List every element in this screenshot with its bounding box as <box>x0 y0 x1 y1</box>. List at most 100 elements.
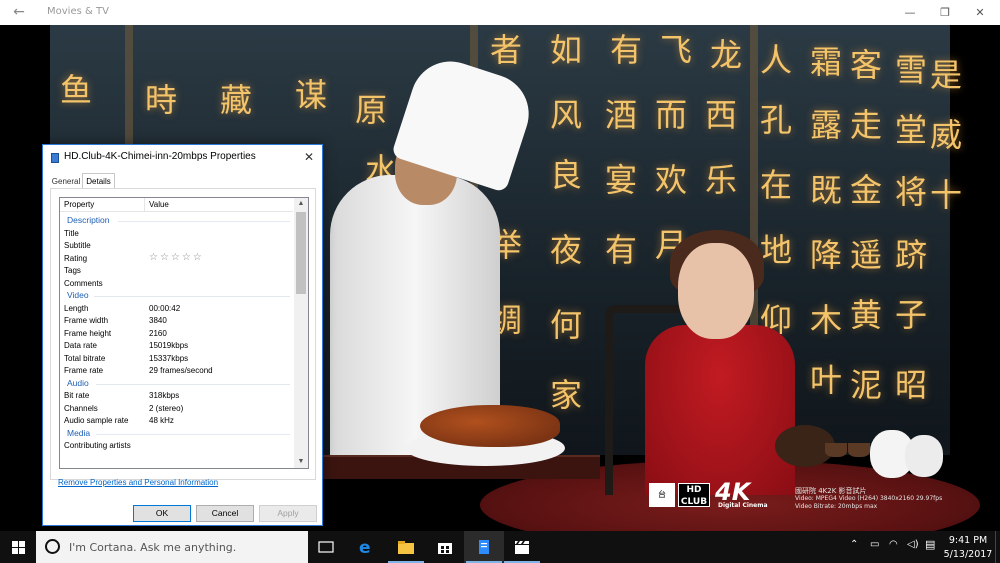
video-file-icon <box>51 153 59 163</box>
movies-tv-button[interactable] <box>502 531 542 563</box>
section-divider <box>96 433 290 435</box>
property-name: Channels <box>64 403 98 413</box>
store-button[interactable] <box>425 531 465 563</box>
property-name: Tags <box>64 266 81 275</box>
property-row[interactable]: Audio sample rate 48 kHz <box>60 414 293 427</box>
tab-general[interactable]: General <box>50 175 82 189</box>
close-icon: ✕ <box>975 6 985 19</box>
property-row[interactable]: Total bitrate 15337kbps <box>60 352 293 365</box>
property-name: Frame rate <box>64 366 104 375</box>
section-divider <box>96 383 290 385</box>
list-header: Property Value <box>60 198 293 212</box>
property-row[interactable]: Frame rate 29 frames/second <box>60 364 293 377</box>
property-value: 3840 <box>149 316 167 325</box>
tab-details[interactable]: Details <box>82 173 115 189</box>
property-row[interactable]: Rating ☆☆☆☆☆ <box>60 252 293 265</box>
properties-dialog: HD.Club-4K-Chimei-inn-20mbps Properties … <box>42 144 323 526</box>
property-row[interactable]: Frame width 3840 <box>60 314 293 327</box>
rating-stars[interactable]: ☆☆☆☆☆ <box>149 252 204 263</box>
battery-icon[interactable]: ▭ <box>870 539 879 550</box>
minimize-button[interactable]: — <box>893 0 927 25</box>
app-title: Movies & TV <box>47 6 109 17</box>
property-row[interactable]: Data rate 15019kbps <box>60 339 293 352</box>
scroll-thumb[interactable] <box>296 212 306 294</box>
property-name: Total bitrate <box>64 353 106 363</box>
clock-time[interactable]: 9:41 PM <box>943 535 993 546</box>
scroll-down-arrow-icon[interactable]: ▼ <box>294 456 308 468</box>
details-list[interactable]: Property Value Description Title Subtitl… <box>59 197 309 469</box>
apply-button[interactable]: Apply <box>259 505 317 522</box>
property-name: Bit rate <box>64 391 90 400</box>
caption-line: Video Bitrate: 20mbps max <box>795 503 878 510</box>
back-button[interactable]: ← <box>8 3 30 22</box>
property-row[interactable]: Bit rate 318kbps <box>60 389 293 402</box>
property-row[interactable]: Contributing artists <box>60 439 293 452</box>
property-name: Title <box>64 228 79 238</box>
caption-line: Video: MPEG4 Video (H264) 3840x2160 29.9… <box>795 495 943 502</box>
section-header: Media <box>60 427 293 440</box>
edge-button[interactable]: e <box>346 531 386 563</box>
task-view-button[interactable] <box>306 531 346 563</box>
dialog-title: HD.Club-4K-Chimei-inn-20mbps Properties <box>64 151 256 162</box>
maximize-icon: ❐ <box>940 6 950 19</box>
property-row[interactable]: Length 00:00:42 <box>60 302 293 315</box>
property-name: Contributing artists <box>64 441 131 450</box>
close-window-button[interactable]: ✕ <box>963 0 997 25</box>
close-icon: ✕ <box>303 150 315 164</box>
wifi-icon[interactable]: ◠ <box>889 539 898 550</box>
property-value: 00:00:42 <box>149 303 181 313</box>
woman-face <box>678 243 754 339</box>
search-placeholder: I'm Cortana. Ask me anything. <box>69 541 237 554</box>
property-name: Length <box>64 303 89 313</box>
section-divider <box>94 296 290 297</box>
property-row[interactable]: Tags <box>60 264 293 277</box>
cortana-search-box[interactable]: I'm Cortana. Ask me anything. <box>36 531 308 563</box>
column-divider[interactable] <box>144 198 145 212</box>
clock-date[interactable]: 5/13/2017 <box>943 549 993 560</box>
property-name: Audio sample rate <box>64 416 129 425</box>
start-button[interactable] <box>0 531 36 563</box>
section-title: Description <box>67 215 110 225</box>
remove-properties-link[interactable]: Remove Properties and Personal Informati… <box>58 478 218 487</box>
folder-icon <box>398 541 414 554</box>
property-row[interactable]: Title <box>60 227 293 240</box>
teacup <box>848 443 870 457</box>
taskbar: I'm Cortana. Ask me anything. e ⌃ ▭ ◠ ◁)… <box>0 531 1000 563</box>
section-header: Video <box>60 289 293 302</box>
property-value: 2 (stereo) <box>149 403 184 413</box>
property-name: Comments <box>64 278 103 288</box>
details-tab-page: Property Value Description Title Subtitl… <box>50 188 316 480</box>
column-header-value[interactable]: Value <box>149 200 169 209</box>
property-value: 15337kbps <box>149 353 189 363</box>
4k-logo-subtitle: Digital Cinema <box>718 502 768 509</box>
properties-window-button[interactable] <box>464 531 504 563</box>
roast-duck <box>420 405 560 447</box>
property-row[interactable]: Channels 2 (stereo) <box>60 402 293 415</box>
show-desktop-button[interactable] <box>995 531 1000 563</box>
show-hidden-icons-icon[interactable]: ⌃ <box>850 539 858 550</box>
property-row[interactable]: Frame height 2160 <box>60 327 293 340</box>
dialog-close-button[interactable]: ✕ <box>298 148 320 166</box>
cancel-button[interactable]: Cancel <box>196 505 254 522</box>
maximize-button[interactable]: ❐ <box>928 0 962 25</box>
file-explorer-button[interactable] <box>386 531 426 563</box>
property-row[interactable]: Subtitle <box>60 239 293 252</box>
property-value: 318kbps <box>149 391 180 400</box>
section-divider <box>118 221 290 222</box>
scroll-up-arrow-icon[interactable]: ▲ <box>294 198 308 210</box>
task-view-icon <box>318 541 334 553</box>
vertical-scrollbar[interactable]: ▲ ▼ <box>294 198 308 468</box>
action-center-icon[interactable]: ▤ <box>925 538 935 551</box>
volume-icon[interactable]: ◁) <box>907 539 919 550</box>
svg-text:e: e <box>359 538 371 556</box>
property-value: 29 frames/second <box>149 366 213 375</box>
property-row[interactable]: Comments <box>60 277 293 290</box>
document-icon <box>479 540 489 554</box>
cortana-icon <box>45 539 60 554</box>
column-header-property[interactable]: Property <box>64 200 94 209</box>
arrow-left-icon: ← <box>13 4 25 20</box>
caption-line: 國研院 4K2K 影音試片 <box>795 487 867 495</box>
property-value: 2160 <box>149 328 167 338</box>
property-value: 15019kbps <box>149 341 189 350</box>
ok-button[interactable]: OK <box>133 505 191 522</box>
